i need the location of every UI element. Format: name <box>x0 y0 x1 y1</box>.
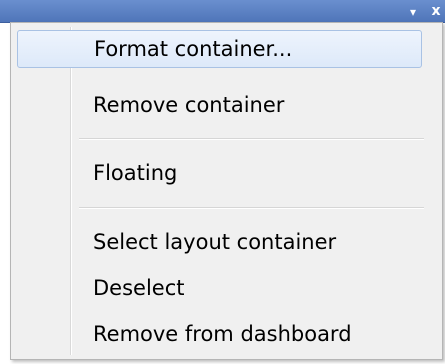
context-menu: Format container... Remove container Flo… <box>10 22 443 360</box>
menu-item-label: Format container... <box>94 37 293 61</box>
menu-item-remove-from-dashboard[interactable]: Remove from dashboard <box>17 315 422 353</box>
close-icon[interactable]: x <box>427 1 445 21</box>
context-menu-screenshot: ▾ x Format container... Remove container… <box>0 0 445 364</box>
container-title-bar: ▾ x <box>0 0 445 23</box>
menu-item-select-layout-container[interactable]: Select layout container <box>17 223 422 261</box>
menu-item-deselect[interactable]: Deselect <box>17 269 422 307</box>
menu-item-floating[interactable]: Floating <box>17 154 422 192</box>
menu-item-label: Remove container <box>93 93 285 117</box>
menu-item-format-container[interactable]: Format container... <box>17 30 422 68</box>
dropdown-arrow-icon[interactable]: ▾ <box>403 3 423 20</box>
menu-item-remove-container[interactable]: Remove container <box>17 86 422 124</box>
menu-item-label: Floating <box>93 161 178 185</box>
menu-separator <box>79 138 424 140</box>
menu-item-label: Remove from dashboard <box>93 322 352 346</box>
menu-item-label: Select layout container <box>93 230 337 254</box>
menu-item-label: Deselect <box>93 276 185 300</box>
menu-separator <box>79 207 424 209</box>
